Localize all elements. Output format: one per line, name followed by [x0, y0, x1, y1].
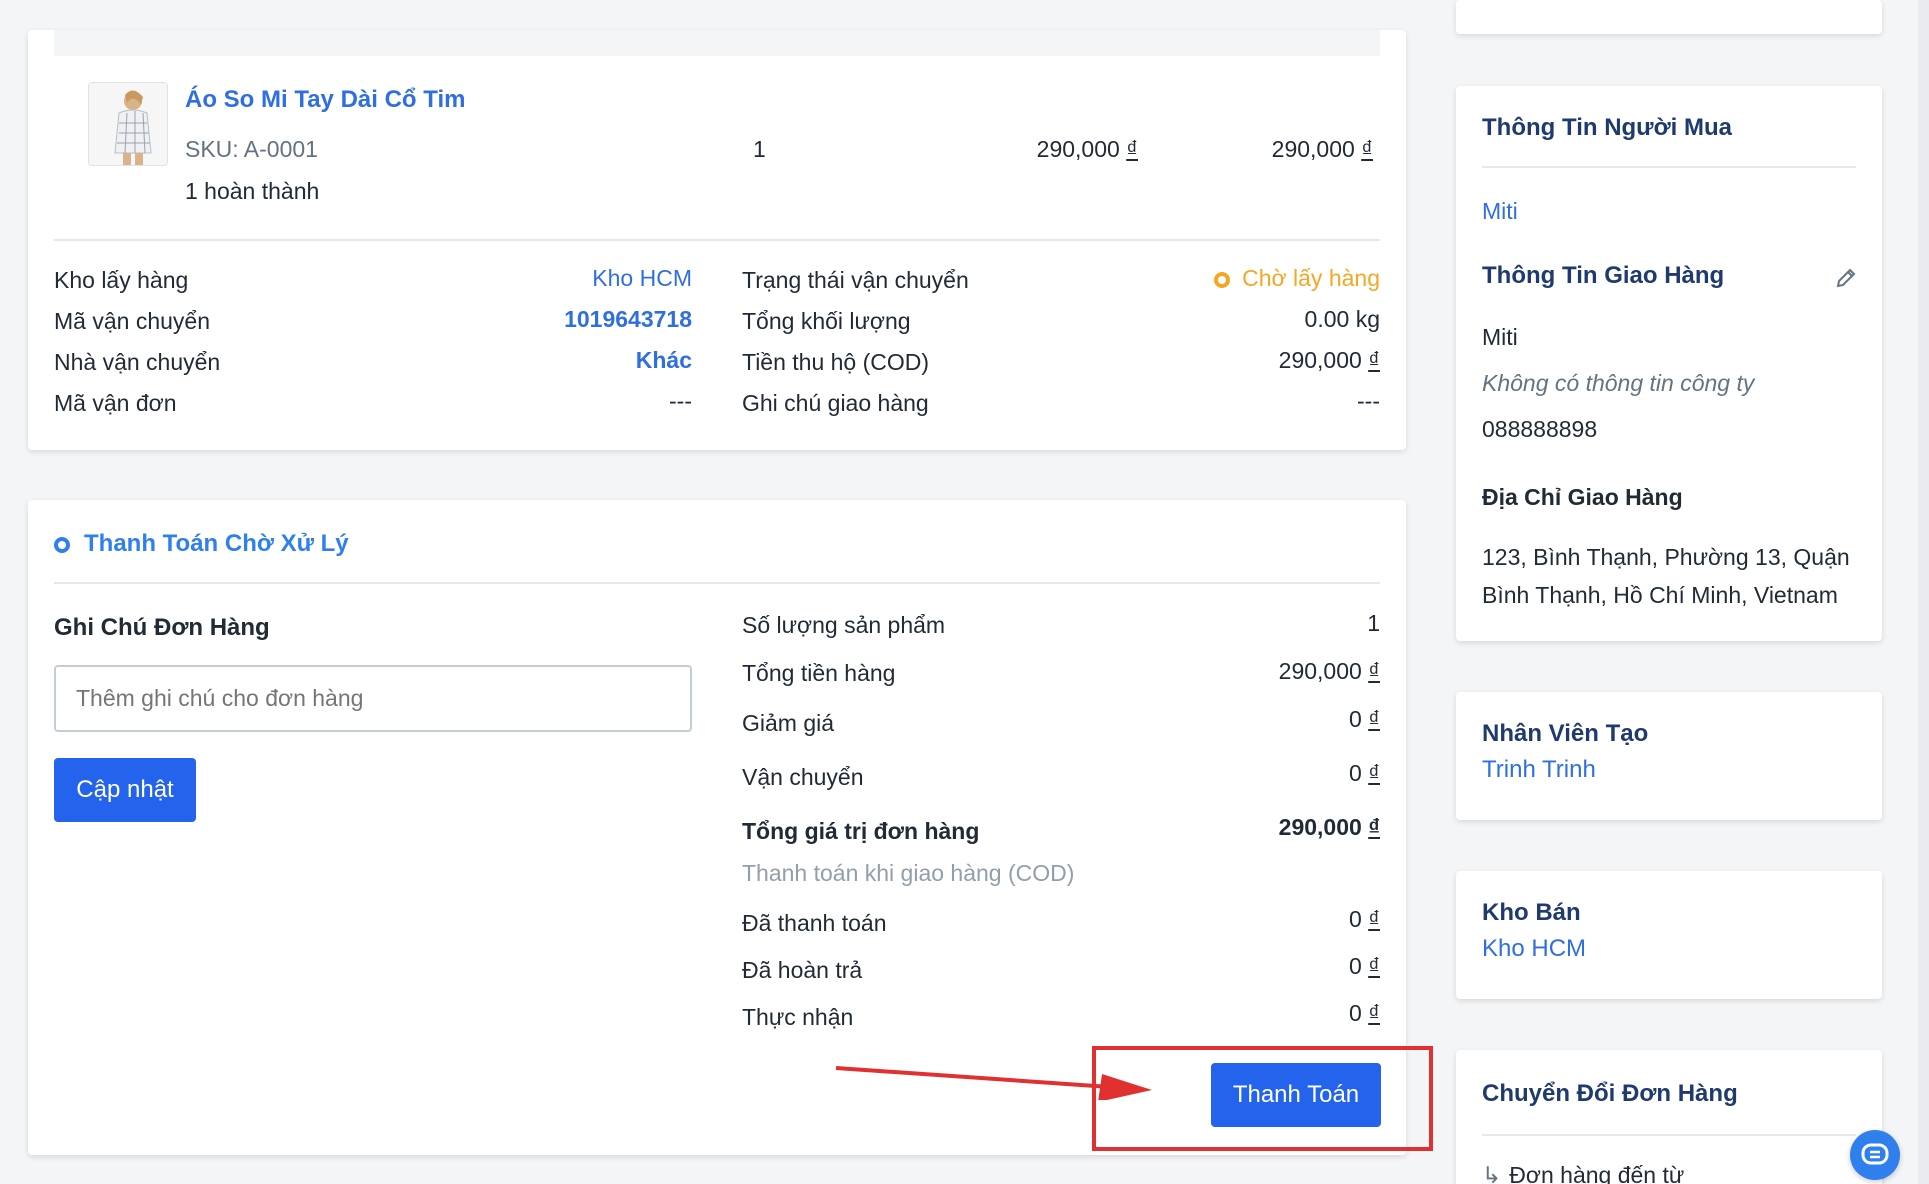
- company-info: Không có thông tin công ty: [1482, 370, 1755, 396]
- address-line-1: 123, Bình Thạnh, Phường 13, Quận: [1482, 544, 1850, 570]
- payment-status-icon: [54, 536, 70, 553]
- order-note-title: Ghi Chú Đơn Hàng: [54, 614, 270, 641]
- refunded-amount: 0: [1349, 953, 1362, 979]
- discount-label: Giảm giá: [742, 710, 835, 736]
- product-count-label: Số lượng sản phẩm: [742, 612, 946, 638]
- sales-warehouse-link[interactable]: Kho HCM: [1482, 935, 1586, 963]
- subtotal-value: 290,000 ₫: [1279, 658, 1380, 685]
- subtotal-amount: 290,000: [1278, 658, 1362, 684]
- currency-symbol: ₫: [1368, 347, 1380, 373]
- shipping-status-badge: Chờ lấy hàng: [1028, 258, 1380, 299]
- refunded-label: Đã hoàn trả: [742, 957, 863, 983]
- currency-symbol: ₫: [1368, 706, 1380, 732]
- delivery-info-title: Thông Tin Giao Hàng: [1482, 262, 1725, 289]
- paid-value: 0 ₫: [1349, 906, 1380, 933]
- chat-icon: [1861, 1143, 1889, 1165]
- divider: [1482, 1134, 1856, 1136]
- unit-price-value: 290,000: [1036, 136, 1120, 162]
- refunded-value: 0 ₫: [1349, 953, 1380, 980]
- table-header-strip: [54, 30, 1380, 56]
- currency-symbol: ₫: [1368, 760, 1380, 786]
- product-unit-price: 290,000 ₫: [928, 136, 1138, 163]
- currency-symbol: ₫: [1368, 906, 1380, 932]
- total-weight-value: 0.00 kg: [1304, 306, 1380, 332]
- sales-warehouse-card: Kho Bán Kho HCM: [1456, 871, 1882, 999]
- delivery-note-value: ---: [1357, 388, 1380, 414]
- paid-label: Đã thanh toán: [742, 910, 887, 936]
- arrow-annotation-icon: [835, 1066, 1152, 1100]
- order-conversion-title: Chuyển Đổi Đơn Hàng: [1482, 1080, 1738, 1107]
- subtotal-label: Tổng tiền hàng: [742, 660, 896, 686]
- divider: [54, 239, 1380, 241]
- cod-method-label: Thanh toán khi giao hàng (COD): [742, 860, 1075, 886]
- currency-symbol: ₫: [1368, 953, 1380, 979]
- shipping-fee-label: Vận chuyển: [742, 764, 864, 790]
- order-total-label: Tổng giá trị đơn hàng: [742, 818, 980, 844]
- product-count-number: 1: [1367, 610, 1380, 636]
- address-line-2: Bình Thạnh, Hồ Chí Minh, Vietnam: [1482, 582, 1838, 608]
- phone-number: 088888898: [1482, 416, 1598, 442]
- tracking-code-link[interactable]: 1019643718: [328, 299, 692, 340]
- chat-widget-button[interactable]: [1850, 1130, 1900, 1180]
- order-items-card: Áo So Mi Tay Dài Cổ Tim SKU: A-0001 1 ho…: [28, 30, 1406, 450]
- pencil-edit-icon[interactable]: [1834, 266, 1858, 290]
- shipping-left-values: Kho HCM 1019643718 Khác ---: [328, 258, 692, 422]
- product-count-value: 1: [1367, 610, 1380, 637]
- cod-value: 290,000 ₫: [1028, 340, 1380, 381]
- buyer-name-link[interactable]: Miti: [1482, 198, 1518, 225]
- product-quantity: 1: [753, 136, 766, 162]
- product-total-price: 290,000 ₫: [1168, 136, 1373, 163]
- buyer-info-title: Thông Tin Người Mua: [1482, 114, 1732, 141]
- product-name-link[interactable]: Áo So Mi Tay Dài Cổ Tim: [185, 86, 465, 114]
- delivery-name: Miti: [1482, 324, 1518, 350]
- currency-symbol: ₫: [1368, 1000, 1380, 1026]
- currency-symbol: ₫: [1368, 814, 1380, 840]
- created-by-title: Nhân Viên Tạo: [1482, 720, 1649, 747]
- currency-symbol: ₫: [1361, 136, 1373, 162]
- payment-status-header: Thanh Toán Chờ Xử Lý: [54, 530, 349, 558]
- discount-amount: 0: [1349, 706, 1362, 732]
- order-source-item: ↳ Đơn hàng đến từ: [1482, 1162, 1684, 1184]
- shipping-right-values: Chờ lấy hàng 0.00 kg 290,000 ₫ ---: [1028, 258, 1380, 422]
- order-source-text: Đơn hàng đến từ: [1509, 1162, 1685, 1184]
- divider: [54, 582, 1380, 584]
- order-conversion-card: Chuyển Đổi Đơn Hàng ↳ Đơn hàng đến từ: [1456, 1050, 1882, 1184]
- shipping-fee-amount: 0: [1349, 760, 1362, 786]
- shipping-fee-value: 0 ₫: [1349, 760, 1380, 787]
- carrier-value-link[interactable]: Khác: [328, 340, 692, 381]
- net-received-value: 0 ₫: [1349, 1000, 1380, 1027]
- corner-arrow-icon: ↳: [1482, 1162, 1502, 1184]
- order-total-value: 290,000 ₫: [1279, 814, 1380, 841]
- created-by-card: Nhân Viên Tạo Trinh Trinh: [1456, 692, 1882, 820]
- sales-warehouse-title: Kho Bán: [1482, 899, 1581, 926]
- paid-amount: 0: [1349, 906, 1362, 932]
- product-sku: SKU: A-0001: [185, 136, 318, 162]
- buyer-info-card: Thông Tin Người Mua Miti Thông Tin Giao …: [1456, 86, 1882, 641]
- update-note-button[interactable]: Cập nhật: [54, 758, 196, 822]
- currency-symbol: ₫: [1126, 136, 1138, 162]
- total-price-value: 290,000: [1271, 136, 1355, 162]
- product-thumbnail[interactable]: [88, 82, 168, 166]
- page-scrollbar[interactable]: [1918, 0, 1929, 1184]
- product-fulfilled-status: 1 hoàn thành: [185, 178, 320, 204]
- net-received-amount: 0: [1349, 1000, 1362, 1026]
- cod-amount: 290,000: [1278, 347, 1362, 373]
- discount-value: 0 ₫: [1349, 706, 1380, 733]
- waybill-value: ---: [669, 388, 692, 414]
- created-by-name-link[interactable]: Trinh Trinh: [1482, 756, 1596, 784]
- divider: [1482, 166, 1856, 168]
- shipping-status-text: Chờ lấy hàng: [1242, 265, 1380, 291]
- net-received-label: Thực nhận: [742, 1004, 854, 1030]
- status-dot-icon: [1214, 271, 1231, 288]
- sidebar-top-card-edge: [1456, 0, 1882, 34]
- payment-status-text: Thanh Toán Chờ Xử Lý: [84, 530, 349, 557]
- address-title: Địa Chỉ Giao Hàng: [1482, 484, 1683, 510]
- currency-symbol: ₫: [1368, 658, 1380, 684]
- order-total-amount: 290,000: [1278, 814, 1362, 840]
- order-note-input[interactable]: [54, 665, 692, 732]
- warehouse-value-link[interactable]: Kho HCM: [328, 258, 692, 299]
